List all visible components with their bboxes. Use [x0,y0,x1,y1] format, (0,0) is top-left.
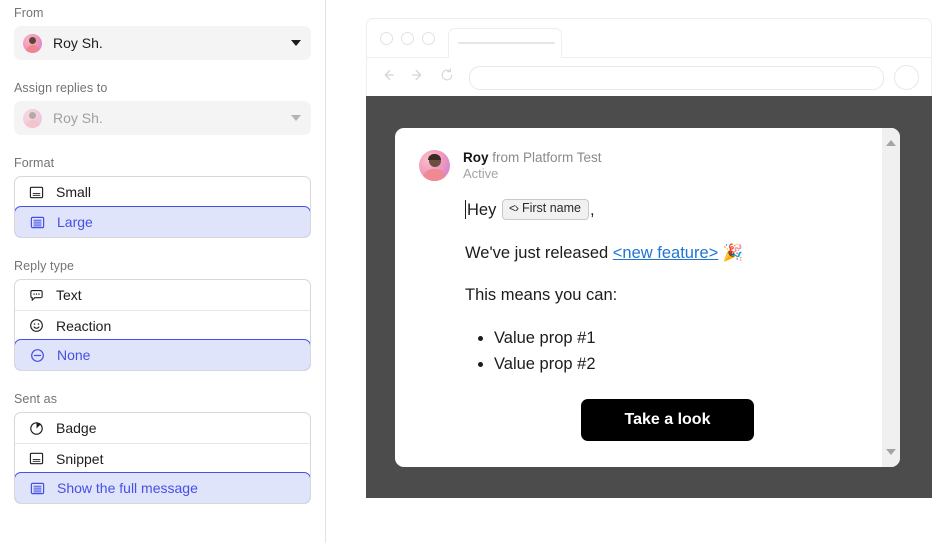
list-item: Value prop #1 [494,328,870,349]
sent-as-field-group: Sent as Badge Snippet Show the full mess… [0,392,325,504]
browser-navbar [367,58,931,97]
snippet-icon [27,450,45,468]
message-sender-header: Roy from Platform Test Active [395,128,900,183]
chevron-down-icon [291,40,301,46]
sent-as-option-badge-label: Badge [56,420,97,436]
reply-type-option-text[interactable]: Text [15,280,310,310]
message-card: Roy from Platform Test Active Hey <› Firs… [395,128,900,467]
circle-minus-icon [28,346,46,364]
greeting-text: Hey [467,200,497,219]
speech-bubble-icon [27,286,45,304]
scroll-down-arrow-icon[interactable] [886,449,896,455]
layout-large-icon [28,213,46,231]
reply-type-option-list: Text Reaction None [14,279,311,371]
from-field-group: From Roy Sh. [0,0,325,60]
from-dropdown[interactable]: Roy Sh. [14,26,311,60]
released-text: We've just released [465,243,613,262]
assign-replies-dropdown[interactable]: Roy Sh. [14,101,311,135]
message-body[interactable]: Hey <› First name, We've just released <n… [395,183,900,442]
user-avatar-icon [23,108,42,128]
reply-type-option-text-label: Text [56,287,82,303]
browser-tab[interactable] [448,28,562,58]
chevron-down-icon [291,115,301,121]
format-field-group: Format Small Large [0,156,325,238]
reply-type-option-none[interactable]: None [15,339,310,370]
full-message-icon [28,479,46,497]
list-item: Value prop #2 [494,354,870,375]
reply-type-label: Reply type [14,259,75,273]
cta-container: Take a look [465,381,870,442]
sender-org: from Platform Test [488,150,602,165]
format-option-large-label: Large [57,214,93,230]
format-option-small[interactable]: Small [15,177,310,207]
text-cursor [465,199,466,219]
smiley-face-icon [27,317,45,335]
sender-avatar [419,150,450,182]
reply-type-field-group: Reply type Text Reaction None [0,259,325,371]
from-label: From [14,6,44,20]
format-label: Format [14,156,55,170]
message-greeting: Hey <› First name, [465,198,870,221]
sender-meta: Roy from Platform Test Active [463,149,602,183]
preview-overlay-backdrop: Roy from Platform Test Active Hey <› Firs… [366,96,932,498]
sent-as-option-list: Badge Snippet Show the full message [14,412,311,504]
greeting-suffix: , [590,200,595,219]
browser-tab-title-placeholder [458,42,555,44]
sent-as-option-full-message[interactable]: Show the full message [15,472,310,503]
message-line-feature: We've just released <new feature> 🎉 [465,243,870,264]
code-brackets-icon: <› [508,200,519,215]
sent-as-option-snippet-label: Snippet [56,450,104,467]
scroll-up-arrow-icon[interactable] [886,140,896,146]
assign-replies-label: Assign replies to [14,81,108,95]
browser-url-input[interactable] [469,65,884,90]
format-option-large[interactable]: Large [15,206,310,237]
format-option-list: Small Large [14,176,311,238]
sender-name-line: Roy from Platform Test [463,149,602,166]
sender-name: Roy [463,150,489,165]
from-value: Roy Sh. [53,35,103,51]
new-feature-link[interactable]: <new feature> [613,244,719,262]
browser-tabbar [367,19,931,58]
arrow-right-icon[interactable] [409,66,427,89]
first-name-token-chip[interactable]: <› First name [501,198,589,220]
reload-icon[interactable] [439,67,455,88]
first-name-token-label: First name [521,200,581,215]
party-popper-icon: 🎉 [722,243,744,262]
window-controls-icon [380,32,435,45]
browser-mockup [366,18,932,96]
message-bullet-list: Value prop #1 Value prop #2 [465,328,870,375]
format-option-small-label: Small [56,184,92,200]
sent-as-option-snippet[interactable]: Snippet [15,443,310,473]
message-scrollbar[interactable] [882,128,900,467]
layout-small-icon [27,183,45,201]
reply-type-option-none-label: None [57,347,91,363]
profile-circle-icon[interactable] [894,65,919,90]
take-a-look-button[interactable]: Take a look [580,399,755,442]
assign-replies-value: Roy Sh. [53,110,103,126]
reply-type-option-reaction-label: Reaction [56,317,112,334]
sent-as-option-badge[interactable]: Badge [15,413,310,443]
user-avatar-icon [23,33,42,53]
settings-sidebar: From Roy Sh. Assign replies to Roy Sh. F… [0,0,326,543]
message-line-intro: This means you can: [465,286,618,305]
message-preview-panel: Roy from Platform Test Active Hey <› Firs… [366,18,932,498]
sent-as-option-full-message-label: Show the full message [57,480,198,496]
sender-status: Active [463,166,499,182]
badge-pie-icon [27,419,45,437]
arrow-left-icon[interactable] [379,66,397,89]
reply-type-option-reaction[interactable]: Reaction [15,310,310,340]
assign-replies-field-group: Assign replies to Roy Sh. [0,81,325,135]
sent-as-label: Sent as [14,392,58,406]
